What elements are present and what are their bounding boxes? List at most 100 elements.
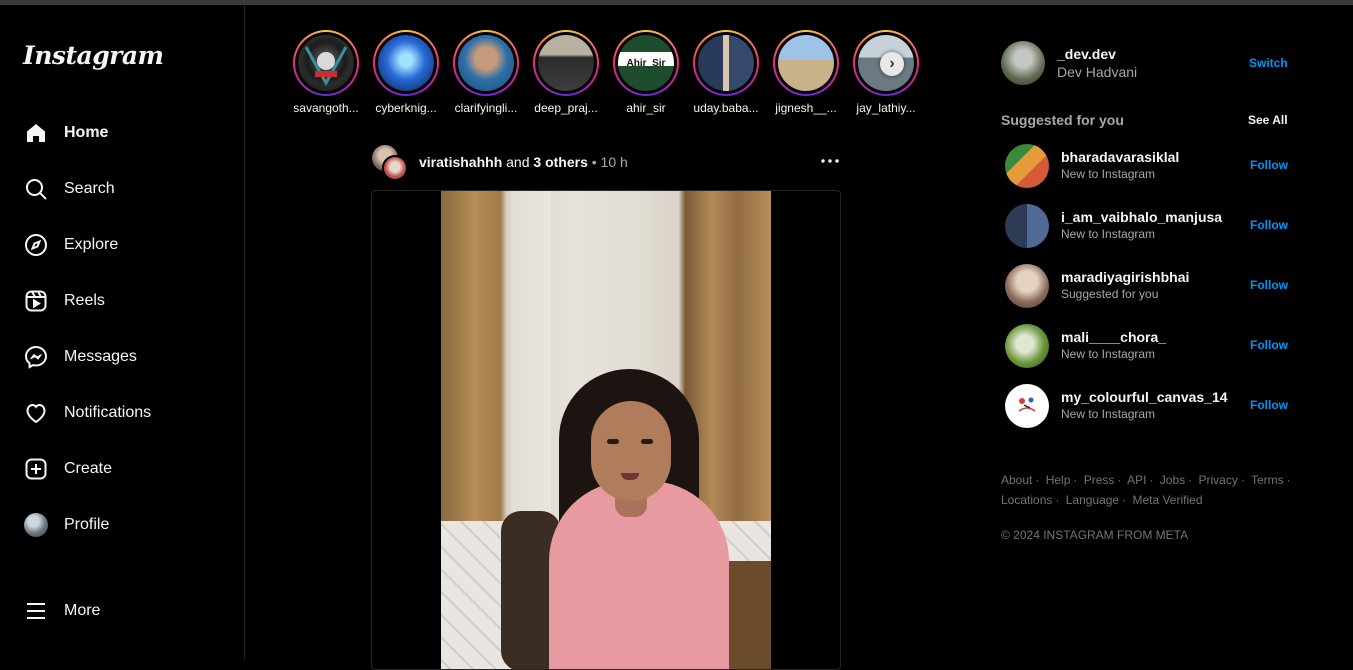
story-item[interactable]: uday.baba... <box>686 30 766 115</box>
story-username: uday.baba... <box>693 101 759 115</box>
story-username: ahir_sir <box>626 101 666 115</box>
follow-button[interactable]: Follow <box>1250 218 1288 232</box>
suggestion-item: bharadavarasiklal New to Instagram Follo… <box>1005 144 1291 188</box>
suggestion-username[interactable]: bharadavarasiklal <box>1061 149 1179 165</box>
sidebar-item-create[interactable]: Create <box>12 445 232 493</box>
sidebar-item-more[interactable]: More <box>12 587 232 635</box>
suggestion-subtitle: Suggested for you <box>1061 287 1159 301</box>
story-item[interactable]: jignesh__... <box>766 30 846 115</box>
home-icon <box>24 121 48 145</box>
story-username: savangoth... <box>293 101 359 115</box>
current-account: _dev.dev Dev Hadvani Switch <box>1001 40 1301 86</box>
story-avatar <box>778 35 834 91</box>
footer-link-language[interactable]: Language <box>1066 493 1119 507</box>
suggestion-username[interactable]: my_colourful_canvas_14 <box>1061 389 1228 405</box>
search-icon <box>24 177 48 201</box>
story-avatar <box>538 35 594 91</box>
story-username: deep_praj... <box>534 101 598 115</box>
compass-icon <box>24 233 48 257</box>
suggestion-subtitle: New to Instagram <box>1061 167 1156 181</box>
suggestion-subtitle: New to Instagram <box>1061 347 1156 361</box>
suggestions-title: Suggested for you <box>1001 112 1124 128</box>
avatar[interactable] <box>1005 204 1049 248</box>
avatar <box>24 513 48 537</box>
suggestion-item: mali____chora_ New to Instagram Follow <box>1005 324 1291 368</box>
footer-link-about[interactable]: About <box>1001 473 1032 487</box>
hamburger-icon <box>24 599 48 623</box>
follow-button[interactable]: Follow <box>1250 158 1288 172</box>
post-media[interactable] <box>371 190 841 670</box>
suggestion-username[interactable]: i_am_vaibhalo_manjusa <box>1061 209 1222 225</box>
post-meta: viratishahhh and 3 others • 10 h <box>419 154 628 170</box>
post-username[interactable]: viratishahhh <box>419 154 502 170</box>
sidebar-item-label: Notifications <box>64 404 152 421</box>
story-item[interactable]: Ahir_Sir ahir_sir <box>606 30 686 115</box>
suggestion-username[interactable]: maradiyagirishbhai <box>1061 269 1189 285</box>
avatar[interactable] <box>1005 324 1049 368</box>
instagram-logo[interactable]: Instagram <box>23 41 164 70</box>
sidebar-item-notifications[interactable]: Notifications <box>12 389 232 437</box>
post-video[interactable] <box>441 191 771 669</box>
suggestion-item: i_am_vaibhalo_manjusa New to Instagram F… <box>1005 204 1291 248</box>
follow-button[interactable]: Follow <box>1250 338 1288 352</box>
sidebar-item-label: More <box>64 602 101 619</box>
footer-link-help[interactable]: Help <box>1046 473 1071 487</box>
story-avatar <box>298 35 354 91</box>
story-avatar <box>458 35 514 91</box>
plus-square-icon <box>24 457 48 481</box>
post-and-text: and <box>506 154 530 170</box>
see-all-link[interactable]: See All <box>1248 113 1288 127</box>
sidebar-item-label: Messages <box>64 348 137 365</box>
story-item[interactable]: cyberknig... <box>366 30 446 115</box>
sidebar-item-label: Search <box>64 180 115 197</box>
reels-icon <box>24 289 48 313</box>
story-item[interactable]: clarifyingli... <box>446 30 526 115</box>
footer-link-press[interactable]: Press <box>1084 473 1115 487</box>
sidebar-item-label: Explore <box>64 236 119 253</box>
avatar[interactable] <box>1005 144 1049 188</box>
suggestion-subtitle: New to Instagram <box>1061 227 1156 241</box>
more-options-icon[interactable] <box>820 151 840 171</box>
sidebar: Instagram Home Search Explore Reels Mess… <box>0 5 245 659</box>
footer-link-terms[interactable]: Terms <box>1251 473 1284 487</box>
follow-button[interactable]: Follow <box>1250 398 1288 412</box>
sidebar-item-label: Create <box>64 460 113 477</box>
avatar[interactable] <box>1005 384 1049 428</box>
post-avatars[interactable] <box>372 145 412 181</box>
suggestions-header: Suggested for you See All <box>1001 111 1291 129</box>
avatar[interactable] <box>1001 41 1045 85</box>
footer-link-jobs[interactable]: Jobs <box>1160 473 1185 487</box>
story-username: clarifyingli... <box>454 101 518 115</box>
avatar[interactable] <box>1005 264 1049 308</box>
follow-button[interactable]: Follow <box>1250 278 1288 292</box>
story-avatar <box>378 35 434 91</box>
sidebar-item-home[interactable]: Home <box>12 109 232 157</box>
account-fullname: Dev Hadvani <box>1057 64 1138 80</box>
sidebar-item-reels[interactable]: Reels <box>12 277 232 325</box>
sidebar-item-search[interactable]: Search <box>12 165 232 213</box>
post-others-link[interactable]: 3 others <box>533 154 587 170</box>
chevron-right-icon[interactable]: › <box>880 52 904 76</box>
stories-tray: savangoth... cyberknig... clarifyingli..… <box>286 30 926 120</box>
sidebar-item-profile[interactable]: Profile <box>12 501 232 549</box>
footer-link-api[interactable]: API <box>1127 473 1146 487</box>
story-avatar <box>698 35 754 91</box>
sidebar-item-explore[interactable]: Explore <box>12 221 232 269</box>
switch-button[interactable]: Switch <box>1249 56 1288 70</box>
story-item[interactable]: deep_praj... <box>526 30 606 115</box>
footer-link-locations[interactable]: Locations <box>1001 493 1052 507</box>
copyright: © 2024 INSTAGRAM FROM META <box>1001 528 1189 542</box>
story-item[interactable]: savangoth... <box>286 30 366 115</box>
story-username: jay_lathiy... <box>856 101 916 115</box>
avatar <box>382 155 408 181</box>
heart-icon <box>24 401 48 425</box>
messenger-icon <box>24 345 48 369</box>
suggestion-username[interactable]: mali____chora_ <box>1061 329 1166 345</box>
footer-link-meta-verified[interactable]: Meta Verified <box>1132 493 1202 507</box>
account-username[interactable]: _dev.dev <box>1057 46 1116 62</box>
suggestion-subtitle: New to Instagram <box>1061 407 1156 421</box>
sidebar-item-label: Profile <box>64 516 110 533</box>
footer-link-privacy[interactable]: Privacy <box>1198 473 1237 487</box>
sidebar-item-messages[interactable]: Messages <box>12 333 232 381</box>
suggestion-item: maradiyagirishbhai Suggested for you Fol… <box>1005 264 1291 308</box>
